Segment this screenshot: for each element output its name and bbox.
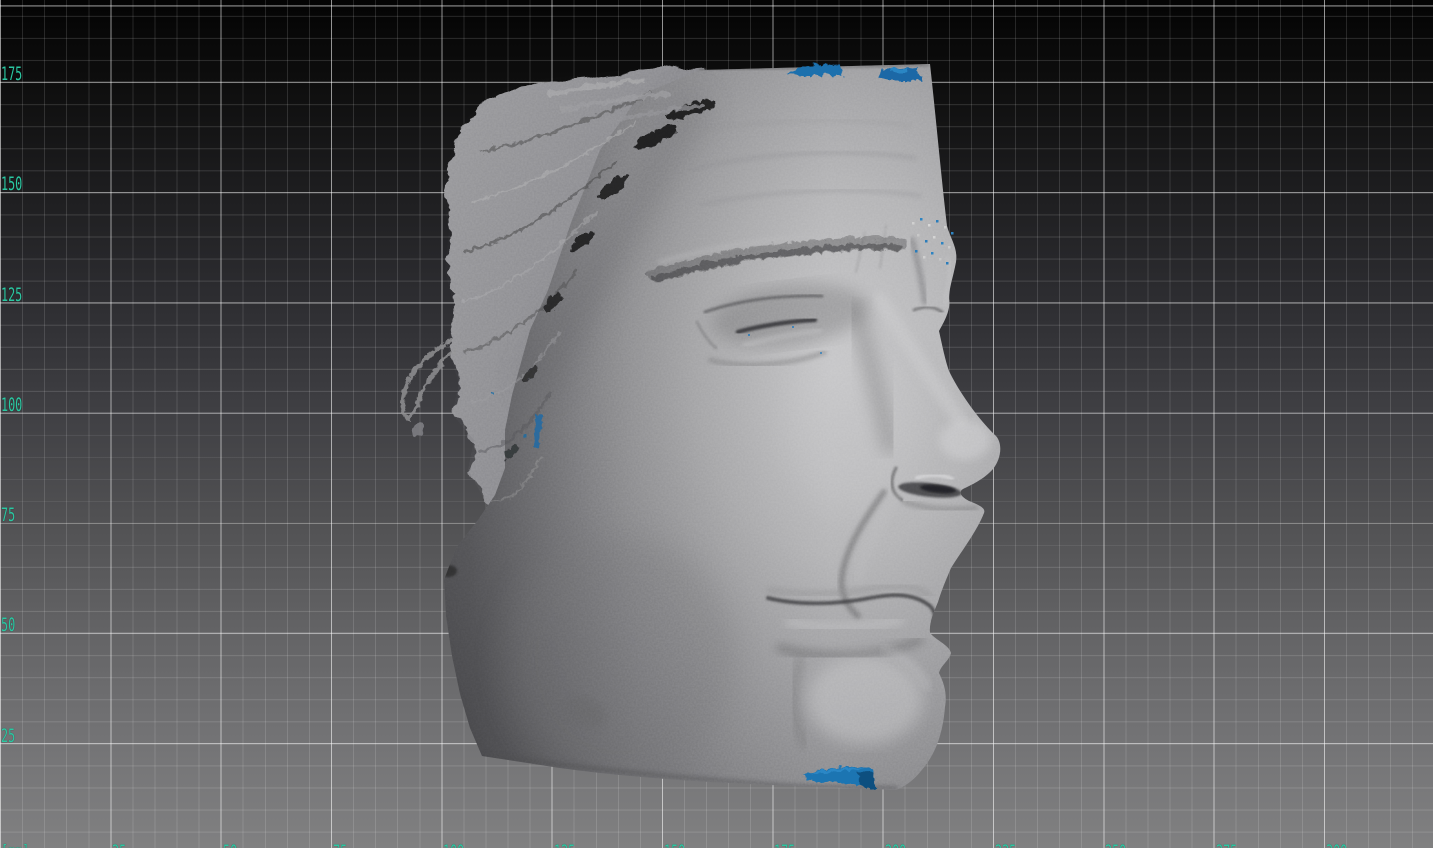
unit-label: [mm]	[1, 843, 29, 848]
y-axis-label: 125	[1, 286, 22, 305]
x-axis-label: 100	[443, 843, 464, 848]
y-axis-label: 100	[1, 396, 22, 415]
y-axis-label: 175	[1, 65, 22, 84]
y-axis-label: 25	[1, 727, 15, 746]
x-axis-label: 50	[223, 843, 237, 848]
y-axis-label: 50	[1, 616, 15, 635]
x-axis-label: 125	[554, 843, 575, 848]
x-axis-label: 250	[1105, 843, 1126, 848]
y-axis-label: 75	[1, 506, 15, 525]
x-axis-label: 75	[333, 843, 347, 848]
y-axis-label: 150	[1, 175, 22, 194]
x-axis-label: 25	[112, 843, 126, 848]
x-axis-label: 200	[885, 843, 906, 848]
scan-viewport-window: 175 150 125 100 75 50 25 [mm] 25 50 75 1…	[0, 0, 1433, 848]
x-axis-label: 150	[664, 843, 685, 848]
scan-grain-texture	[400, 55, 1030, 800]
x-axis-label: 175	[774, 843, 795, 848]
x-axis-label: 225	[995, 843, 1016, 848]
face-mesh[interactable]	[0, 0, 1433, 848]
viewport-3d[interactable]: 175 150 125 100 75 50 25 [mm] 25 50 75 1…	[0, 0, 1433, 848]
x-axis-label: 275	[1216, 843, 1237, 848]
x-axis-label: 300	[1326, 843, 1347, 848]
